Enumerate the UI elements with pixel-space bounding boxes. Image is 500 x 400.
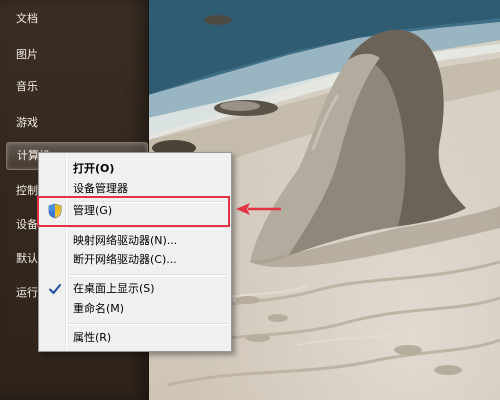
start-item-default-programs[interactable]: 默认 (6, 246, 38, 272)
start-item-label: 文档 (16, 12, 38, 25)
start-item-games[interactable]: 游戏 (6, 110, 38, 136)
menu-item-label: 在桌面上显示(S) (73, 282, 155, 295)
start-item-pictures[interactable]: 图片 (6, 42, 38, 68)
start-item-label: 图片 (16, 48, 38, 61)
menu-item-rename[interactable]: 重命名(M) (41, 298, 227, 320)
menu-separator (69, 274, 227, 276)
desktop-screen: 文档 图片 音乐 游戏 计算机 控制 设备 默认 运行 打开(O) 设备管理器 … (0, 0, 500, 400)
highlight-box (37, 196, 230, 227)
menu-item-disconnect-network-drive[interactable]: 断开网络驱动器(C)... (41, 249, 227, 271)
start-item-documents[interactable]: 文档 (6, 6, 38, 32)
start-item-run[interactable]: 运行 (6, 280, 38, 306)
menu-item-label: 属性(R) (73, 331, 112, 344)
start-item-label: 默认 (16, 252, 38, 265)
menu-item-label: 打开(O) (73, 162, 115, 175)
context-menu: 打开(O) 设备管理器 管理(G) 映射网络驱动器(N)... 断开网络驱动器(… (38, 152, 232, 352)
menu-item-show-on-desktop[interactable]: 在桌面上显示(S) (41, 278, 227, 300)
menu-item-open[interactable]: 打开(O) (41, 158, 227, 180)
menu-item-label: 重命名(M) (73, 302, 125, 315)
start-item-label: 设备 (16, 218, 38, 231)
start-item-control-panel[interactable]: 控制 (6, 178, 38, 204)
menu-item-properties[interactable]: 属性(R) (41, 327, 227, 349)
menu-item-label: 断开网络驱动器(C)... (73, 253, 177, 266)
menu-separator (69, 323, 227, 325)
checkmark-icon (49, 284, 61, 294)
start-item-music[interactable]: 音乐 (6, 74, 38, 100)
red-arrow-icon (236, 203, 281, 215)
start-item-label: 运行 (16, 286, 38, 299)
menu-separator (69, 227, 227, 229)
start-item-label: 游戏 (16, 116, 38, 129)
start-item-label: 控制 (16, 184, 38, 197)
start-item-label: 音乐 (16, 80, 38, 93)
start-item-devices[interactable]: 设备 (6, 212, 38, 238)
